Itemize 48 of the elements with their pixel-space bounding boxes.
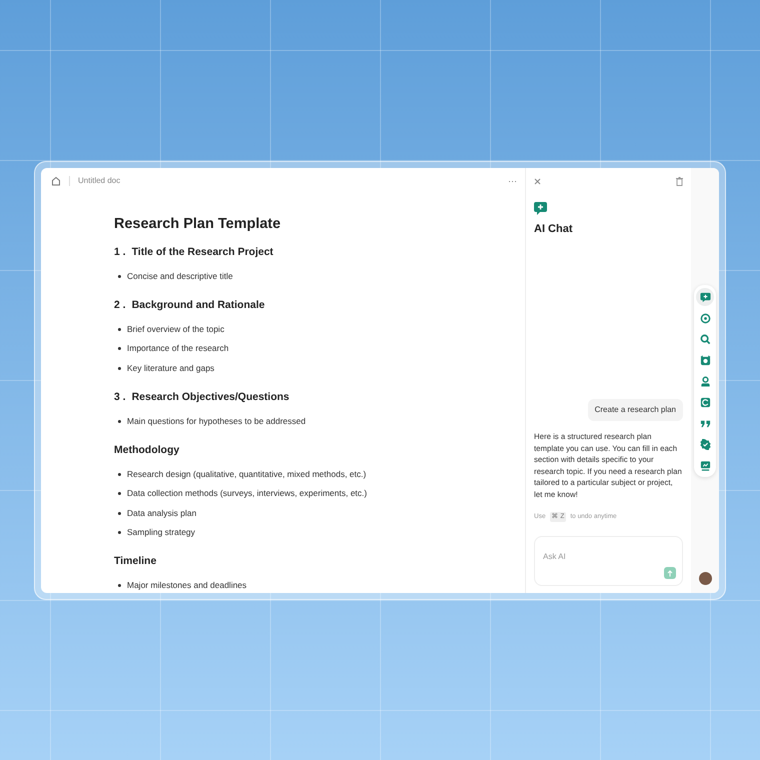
person-icon	[700, 376, 710, 386]
bullet-text: Importance of the research	[127, 343, 229, 354]
bullet-text: Concise and descriptive title	[127, 271, 233, 282]
bullet-dot	[118, 328, 121, 331]
monitor-icon	[700, 460, 710, 470]
seal-icon	[700, 438, 710, 450]
bullet-text: Sampling strategy	[127, 527, 196, 538]
bullet-dot	[118, 472, 121, 476]
bullet-dot	[118, 347, 121, 350]
bullet-text: Data collection methods (surveys, interviews, experiments, etc.)	[127, 488, 367, 500]
bullet-text: Key literature and gaps	[127, 363, 214, 374]
search-icon	[700, 334, 710, 344]
bullet-dot	[118, 531, 121, 534]
bullet-dot	[118, 420, 121, 423]
bullet-dot	[118, 492, 121, 496]
home-icon[interactable]	[51, 176, 61, 186]
chat-plus-icon	[534, 202, 547, 216]
refresh-icon	[700, 396, 710, 408]
alarm-icon	[700, 354, 710, 366]
bullet-text: Brief overview of the topic	[127, 324, 224, 335]
section-heading: Methodology	[114, 442, 180, 458]
document-heading: Research Plan Template	[114, 216, 282, 234]
bullet-dot	[118, 584, 121, 588]
chat-title: AI Chat	[534, 222, 574, 237]
bullet-text: Research design (qualitative, quantitative, mixed methods, etc.)	[127, 468, 366, 480]
bullet-text: Data analysis plan	[127, 508, 196, 519]
section-heading: Research Objectives/Questions	[132, 390, 290, 406]
close-icon[interactable]	[534, 178, 541, 184]
bullet-dot	[118, 275, 121, 278]
user-avatar[interactable]	[698, 572, 712, 585]
section-number: 2 .	[114, 298, 126, 314]
section-heading: Title of the Research Project	[132, 245, 274, 260]
arrow-up-icon	[667, 570, 673, 576]
bullet-text: Main questions for hypotheses to be addressed	[127, 416, 306, 427]
bullet-text: Major milestones and deadlines	[127, 580, 247, 592]
rail-button[interactable]	[696, 288, 714, 306]
section-heading: Timeline	[114, 554, 156, 570]
bullet-dot	[118, 512, 121, 515]
document-title: Untitled doc	[78, 175, 120, 187]
chat-plus-icon	[700, 292, 710, 302]
ring-icon	[700, 312, 710, 324]
bullet-dot	[118, 367, 121, 370]
trash-icon[interactable]	[676, 176, 683, 186]
section-number: 1 .	[114, 245, 126, 260]
more-button[interactable]: ···	[508, 176, 517, 186]
user-message: Create a research plan	[588, 399, 683, 422]
section-number: 3 .	[114, 390, 126, 406]
section-heading: Background and Rationale	[132, 298, 265, 314]
